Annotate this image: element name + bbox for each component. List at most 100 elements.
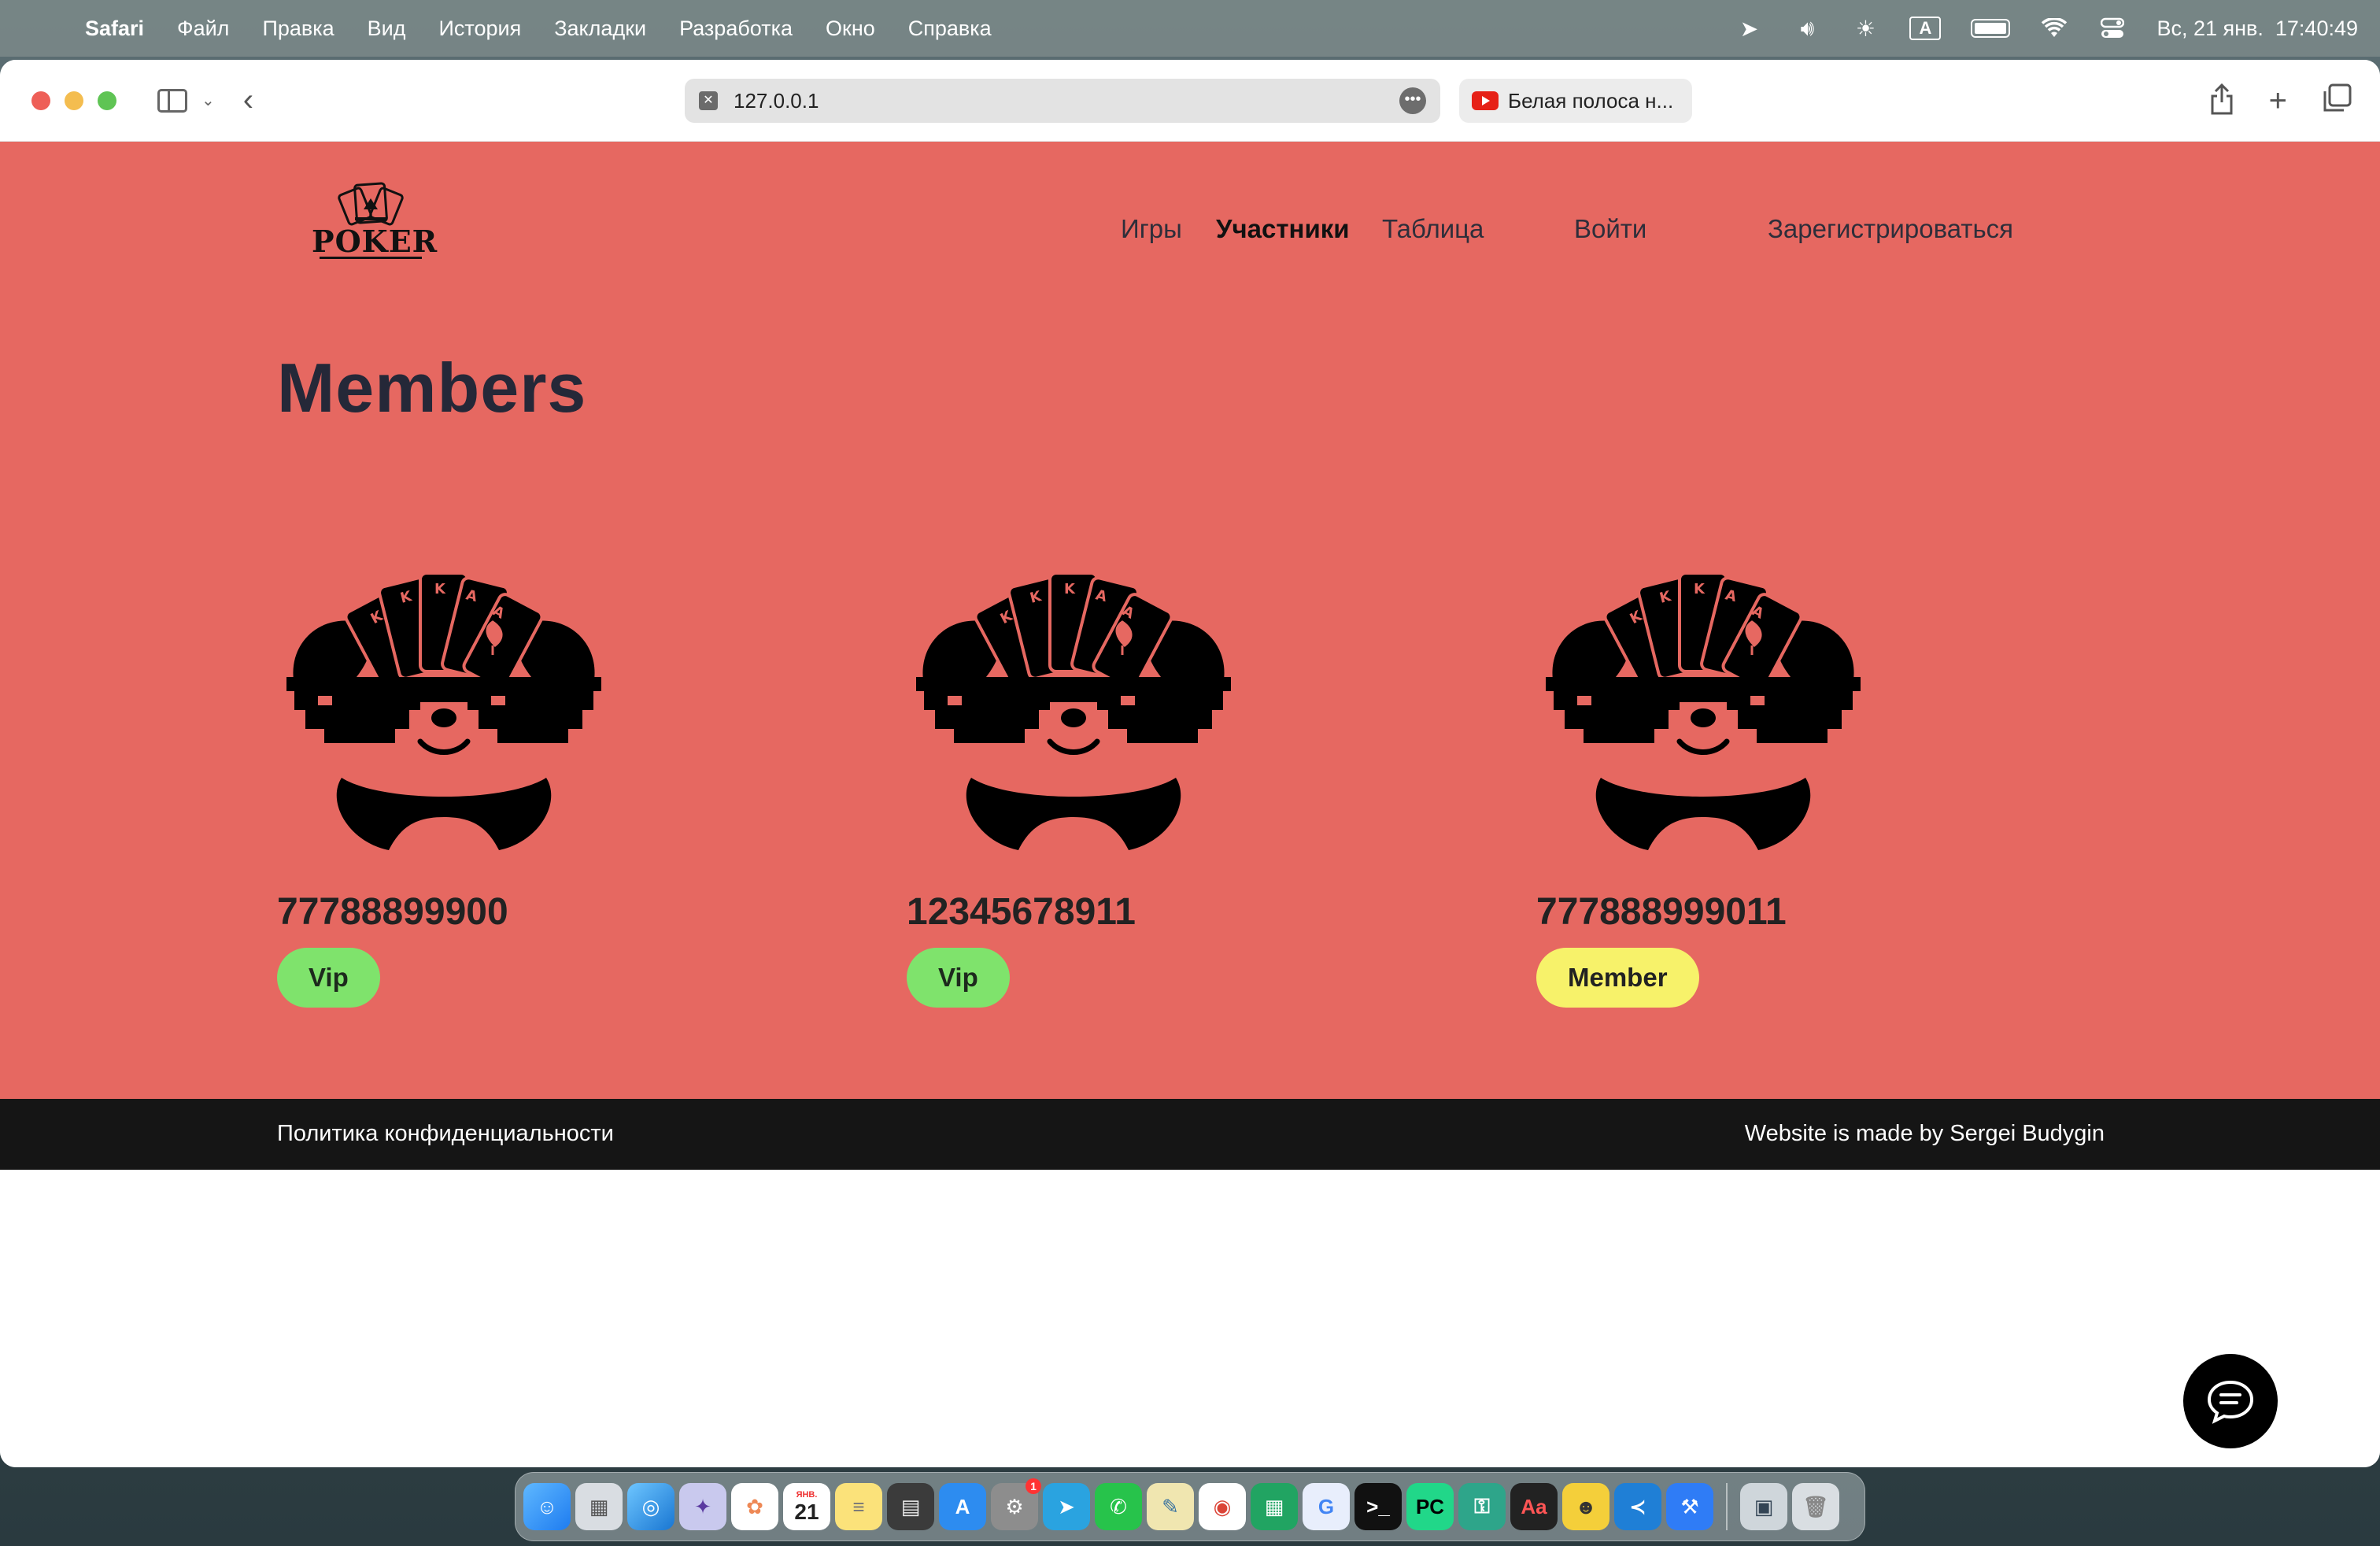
notes-icon[interactable]: ≡ bbox=[835, 1483, 882, 1530]
tab-overview-icon[interactable] bbox=[2322, 83, 2352, 122]
dictionary-icon[interactable]: Aa bbox=[1510, 1483, 1558, 1530]
share-icon[interactable] bbox=[2209, 83, 2234, 122]
member-phone: 777888999011 bbox=[1536, 891, 1787, 933]
dock-separator bbox=[1726, 1483, 1728, 1530]
photos-icon[interactable]: ✿ bbox=[731, 1483, 778, 1530]
cyberduck-icon[interactable]: ☻ bbox=[1562, 1483, 1609, 1530]
translate-icon[interactable]: G bbox=[1303, 1483, 1350, 1530]
youtube-icon bbox=[1472, 91, 1499, 110]
location-arrow-icon[interactable]: ➤ bbox=[1735, 17, 1763, 41]
browser-window: ⌄ ‹ ✕ 127.0.0.1 ••• Белая полоса н... + bbox=[0, 60, 2380, 1467]
browser-toolbar: ⌄ ‹ ✕ 127.0.0.1 ••• Белая полоса н... + bbox=[0, 60, 2380, 142]
tab-youtube-label: Белая полоса н... bbox=[1508, 88, 1674, 113]
nav-games[interactable]: Игры bbox=[1121, 214, 1182, 244]
nav-register[interactable]: Зарегистрироваться bbox=[1768, 214, 2013, 244]
address-bar[interactable]: ✕ 127.0.0.1 ••• bbox=[685, 79, 1440, 123]
calendar-icon[interactable]: ЯНВ. 21 bbox=[783, 1483, 830, 1530]
member-card[interactable]: 777888999011 Member bbox=[1536, 567, 1946, 1008]
sheets-icon[interactable]: ▦ bbox=[1251, 1483, 1298, 1530]
dock: ☺ ▦ ◎ ✦ ✿ ЯНВ. 21 ≡ ▤ A ⚙ 1 ➤ ✆ ✎ ◉ ▦ G … bbox=[515, 1472, 1865, 1541]
settings-badge: 1 bbox=[1026, 1478, 1041, 1494]
privacy-policy-link[interactable]: Политика конфиденциальности bbox=[277, 1121, 614, 1147]
sidebar-toggle-icon[interactable] bbox=[157, 88, 187, 113]
menu-history[interactable]: История bbox=[439, 17, 522, 41]
member-card[interactable]: 77788899900 Vip bbox=[277, 567, 686, 1008]
battery-icon[interactable] bbox=[1971, 19, 2011, 38]
status-area: ➤ 🔊︎ ☀︎ A Вс, 21 янв. 17:40:49 bbox=[1735, 16, 2358, 41]
member-card[interactable]: 12345678911 Vip bbox=[907, 567, 1316, 1008]
menu-bar: Safari Файл Правка Вид История Закладки … bbox=[0, 0, 2380, 57]
member-phone: 77788899900 bbox=[277, 891, 508, 933]
pixelmator-icon[interactable]: ✦ bbox=[679, 1483, 726, 1530]
menu-file[interactable]: Файл bbox=[177, 17, 229, 41]
more-options-icon[interactable]: ••• bbox=[1399, 87, 1426, 114]
site-navbar: POKER Игры Участники Таблица Войти Зарег… bbox=[0, 142, 2380, 299]
site-footer: Политика конфиденциальности Website is m… bbox=[0, 1099, 2380, 1170]
terminal-icon[interactable]: >_ bbox=[1354, 1483, 1402, 1530]
zoom-window-button[interactable] bbox=[98, 91, 116, 110]
status-badge: Vip bbox=[277, 948, 380, 1008]
page-title: Members bbox=[277, 349, 587, 427]
chat-button[interactable] bbox=[2183, 1354, 2278, 1448]
site-favicon-icon: ✕ bbox=[699, 91, 718, 110]
status-badge: Vip bbox=[907, 948, 1010, 1008]
panda-avatar-icon bbox=[1546, 567, 1861, 866]
cards-crown-icon bbox=[338, 182, 404, 226]
chevron-down-icon[interactable]: ⌄ bbox=[201, 91, 215, 110]
menu-develop[interactable]: Разработка bbox=[679, 17, 793, 41]
wifi-icon[interactable] bbox=[2040, 17, 2068, 40]
telegram-icon[interactable]: ➤ bbox=[1043, 1483, 1090, 1530]
footer-credit: Website is made by Sergei Budygin bbox=[1744, 1121, 2105, 1146]
menu-edit[interactable]: Правка bbox=[262, 17, 334, 41]
vscode-icon[interactable]: ≺ bbox=[1614, 1483, 1661, 1530]
control-center-icon[interactable] bbox=[2098, 17, 2127, 40]
menu-bookmarks[interactable]: Закладки bbox=[554, 17, 646, 41]
members-section: POKER Игры Участники Таблица Войти Зарег… bbox=[0, 142, 2380, 1099]
nav-table[interactable]: Таблица bbox=[1382, 214, 1484, 244]
python-icon[interactable]: ✎ bbox=[1147, 1483, 1194, 1530]
new-tab-icon[interactable]: + bbox=[2269, 83, 2287, 122]
calculator-icon[interactable]: ▤ bbox=[887, 1483, 934, 1530]
screenshot-icon[interactable]: ▣ bbox=[1740, 1483, 1787, 1530]
chat-bubble-icon bbox=[2207, 1380, 2254, 1424]
input-source-icon[interactable]: A bbox=[1909, 17, 1942, 40]
menu-app-name[interactable]: Safari bbox=[85, 17, 144, 41]
calendar-month: ЯНВ. bbox=[796, 1490, 818, 1500]
nav-members[interactable]: Участники bbox=[1216, 214, 1350, 244]
close-window-button[interactable] bbox=[31, 91, 50, 110]
trash-icon[interactable]: 🗑︎ bbox=[1792, 1483, 1839, 1530]
safari-icon[interactable]: ◎ bbox=[627, 1483, 674, 1530]
menu-window[interactable]: Окно bbox=[826, 17, 875, 41]
member-phone: 12345678911 bbox=[907, 891, 1136, 933]
web-page: POKER Игры Участники Таблица Войти Зарег… bbox=[0, 142, 2380, 1467]
chrome-icon[interactable]: ◉ bbox=[1199, 1483, 1246, 1530]
panda-avatar-icon bbox=[916, 567, 1231, 866]
back-arrow-icon[interactable]: ‹ bbox=[243, 83, 253, 118]
clock[interactable]: Вс, 21 янв. 17:40:49 bbox=[2156, 17, 2358, 41]
window-controls bbox=[31, 91, 116, 110]
poker-logo[interactable]: POKER bbox=[312, 179, 438, 259]
panda-avatar-icon bbox=[286, 567, 601, 866]
app-store-icon[interactable]: A bbox=[939, 1483, 986, 1530]
pycharm-icon[interactable]: PC bbox=[1406, 1483, 1454, 1530]
address-text: 127.0.0.1 bbox=[734, 88, 819, 113]
system-settings-icon[interactable]: ⚙ 1 bbox=[991, 1478, 1041, 1530]
keys-icon[interactable]: ⚿ bbox=[1458, 1483, 1506, 1530]
logo-text: POKER bbox=[312, 224, 438, 259]
finder-icon[interactable]: ☺ bbox=[523, 1483, 571, 1530]
menu-view[interactable]: Вид bbox=[368, 17, 406, 41]
menu-help[interactable]: Справка bbox=[908, 17, 992, 41]
brightness-icon[interactable]: ☀︎ bbox=[1851, 17, 1879, 41]
status-badge: Member bbox=[1536, 948, 1699, 1008]
minimize-window-button[interactable] bbox=[65, 91, 83, 110]
xcode-icon[interactable]: ⚒ bbox=[1666, 1483, 1713, 1530]
launchpad-icon[interactable]: ▦ bbox=[575, 1483, 623, 1530]
volume-icon[interactable]: 🔊︎ bbox=[1793, 16, 1821, 40]
logo-underline bbox=[320, 257, 422, 259]
nav-login[interactable]: Войти bbox=[1574, 214, 1646, 244]
tab-youtube[interactable]: Белая полоса н... bbox=[1459, 79, 1692, 123]
toolbar-right-actions: + bbox=[2209, 83, 2352, 122]
whatsapp-icon[interactable]: ✆ bbox=[1095, 1483, 1142, 1530]
calendar-day: 21 bbox=[794, 1500, 819, 1524]
menu-items: Safari Файл Правка Вид История Закладки … bbox=[85, 17, 992, 41]
